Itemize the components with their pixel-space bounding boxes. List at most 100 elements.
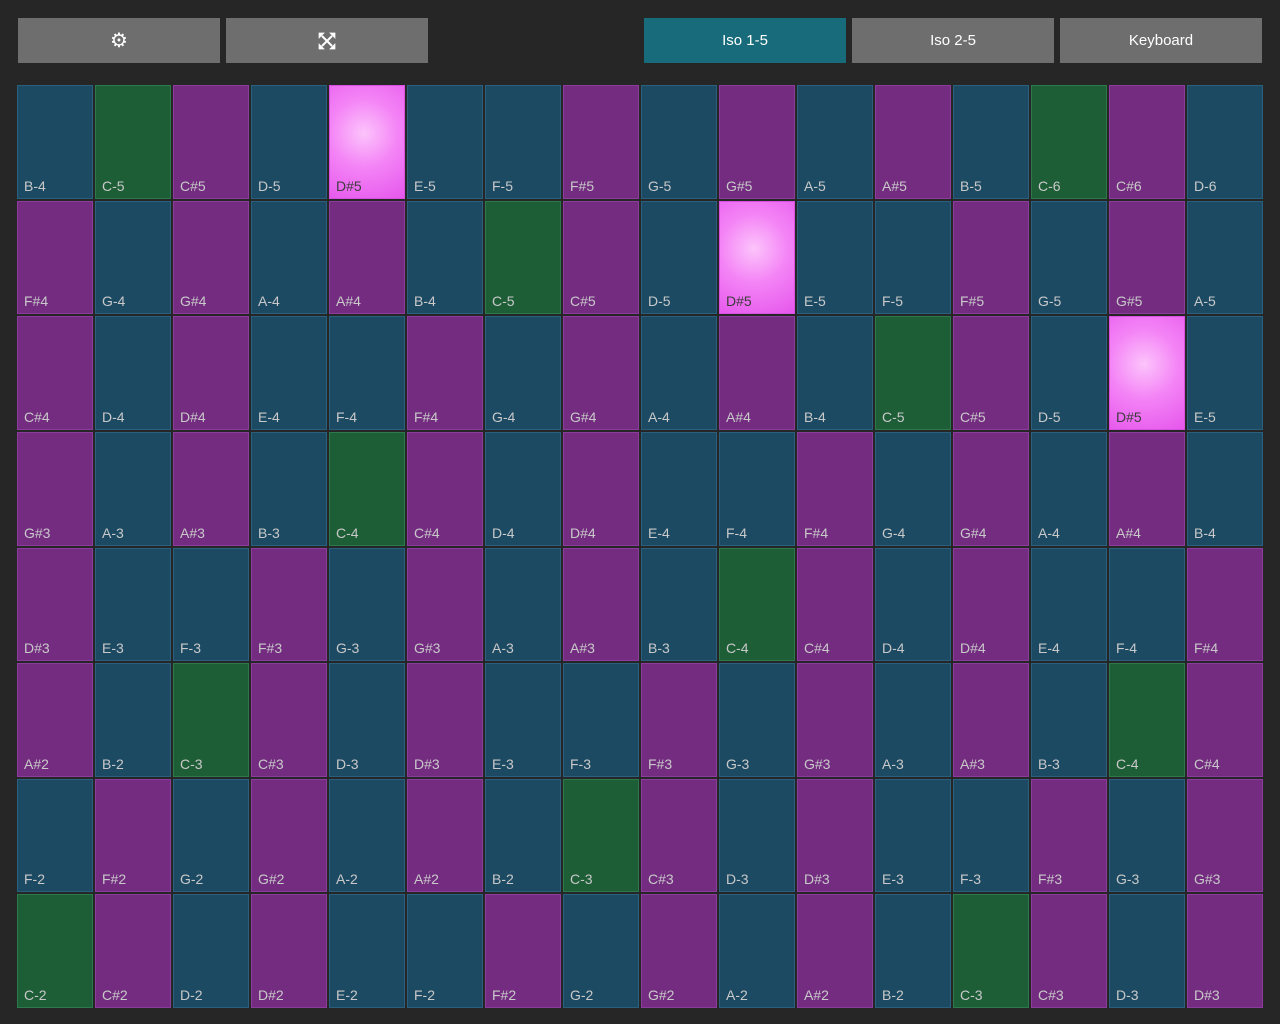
note-pad-D-4[interactable]: D-4	[95, 316, 171, 430]
note-pad-C#2[interactable]: C#2	[95, 894, 171, 1008]
note-pad-E-4[interactable]: E-4	[251, 316, 327, 430]
note-pad-D#3[interactable]: D#3	[1187, 894, 1263, 1008]
note-pad-C#3[interactable]: C#3	[1031, 894, 1107, 1008]
note-pad-F#5[interactable]: F#5	[953, 201, 1029, 315]
note-pad-C-2[interactable]: C-2	[17, 894, 93, 1008]
note-pad-B-2[interactable]: B-2	[95, 663, 171, 777]
note-pad-A#5[interactable]: A#5	[875, 85, 951, 199]
fullscreen-button[interactable]	[226, 18, 428, 63]
note-pad-F-5[interactable]: F-5	[485, 85, 561, 199]
note-pad-C#4[interactable]: C#4	[17, 316, 93, 430]
note-pad-A#4[interactable]: A#4	[329, 201, 405, 315]
note-pad-G-4[interactable]: G-4	[875, 432, 951, 546]
note-pad-F-4[interactable]: F-4	[329, 316, 405, 430]
note-pad-G#3[interactable]: G#3	[797, 663, 873, 777]
note-pad-B-3[interactable]: B-3	[251, 432, 327, 546]
note-pad-C-4[interactable]: C-4	[1109, 663, 1185, 777]
note-pad-B-2[interactable]: B-2	[485, 779, 561, 893]
note-pad-D-5[interactable]: D-5	[1031, 316, 1107, 430]
note-pad-A#2[interactable]: A#2	[17, 663, 93, 777]
note-pad-C-3[interactable]: C-3	[173, 663, 249, 777]
note-pad-C-5[interactable]: C-5	[95, 85, 171, 199]
note-pad-C-3[interactable]: C-3	[563, 779, 639, 893]
note-pad-E-4[interactable]: E-4	[1031, 548, 1107, 662]
note-pad-C#3[interactable]: C#3	[641, 779, 717, 893]
note-pad-E-5[interactable]: E-5	[797, 201, 873, 315]
note-pad-C-4[interactable]: C-4	[719, 548, 795, 662]
note-pad-A-3[interactable]: A-3	[485, 548, 561, 662]
note-pad-D#4[interactable]: D#4	[173, 316, 249, 430]
note-pad-F#4[interactable]: F#4	[1187, 548, 1263, 662]
note-pad-G#4[interactable]: G#4	[953, 432, 1029, 546]
note-pad-C#4[interactable]: C#4	[407, 432, 483, 546]
note-pad-D-4[interactable]: D-4	[875, 548, 951, 662]
note-pad-F-3[interactable]: F-3	[173, 548, 249, 662]
note-pad-D#5[interactable]: D#5	[1109, 316, 1185, 430]
note-pad-A-5[interactable]: A-5	[1187, 201, 1263, 315]
note-pad-C#4[interactable]: C#4	[1187, 663, 1263, 777]
note-pad-F#4[interactable]: F#4	[17, 201, 93, 315]
note-pad-B-3[interactable]: B-3	[641, 548, 717, 662]
note-pad-E-5[interactable]: E-5	[407, 85, 483, 199]
note-pad-C-5[interactable]: C-5	[875, 316, 951, 430]
note-pad-E-3[interactable]: E-3	[485, 663, 561, 777]
note-pad-D-3[interactable]: D-3	[1109, 894, 1185, 1008]
note-pad-D-3[interactable]: D-3	[329, 663, 405, 777]
note-pad-G#3[interactable]: G#3	[17, 432, 93, 546]
settings-button[interactable]: ⚙	[18, 18, 220, 63]
note-pad-A#3[interactable]: A#3	[173, 432, 249, 546]
note-pad-G-2[interactable]: G-2	[563, 894, 639, 1008]
note-pad-A-5[interactable]: A-5	[797, 85, 873, 199]
note-pad-D-3[interactable]: D-3	[719, 779, 795, 893]
note-pad-G-2[interactable]: G-2	[173, 779, 249, 893]
note-pad-F#2[interactable]: F#2	[95, 779, 171, 893]
note-pad-F#4[interactable]: F#4	[797, 432, 873, 546]
note-pad-F-4[interactable]: F-4	[1109, 548, 1185, 662]
note-pad-D#3[interactable]: D#3	[17, 548, 93, 662]
note-pad-G#3[interactable]: G#3	[1187, 779, 1263, 893]
note-pad-G-5[interactable]: G-5	[641, 85, 717, 199]
note-pad-F#4[interactable]: F#4	[407, 316, 483, 430]
note-pad-F-2[interactable]: F-2	[17, 779, 93, 893]
note-pad-C#4[interactable]: C#4	[797, 548, 873, 662]
note-pad-C#5[interactable]: C#5	[563, 201, 639, 315]
note-pad-B-4[interactable]: B-4	[797, 316, 873, 430]
note-pad-F#3[interactable]: F#3	[251, 548, 327, 662]
note-pad-D-4[interactable]: D-4	[485, 432, 561, 546]
note-pad-B-5[interactable]: B-5	[953, 85, 1029, 199]
note-pad-B-4[interactable]: B-4	[1187, 432, 1263, 546]
note-pad-C#5[interactable]: C#5	[173, 85, 249, 199]
note-pad-A-2[interactable]: A-2	[719, 894, 795, 1008]
note-pad-D-5[interactable]: D-5	[251, 85, 327, 199]
note-pad-G-5[interactable]: G-5	[1031, 201, 1107, 315]
note-pad-F#2[interactable]: F#2	[485, 894, 561, 1008]
note-pad-G#2[interactable]: G#2	[641, 894, 717, 1008]
note-pad-G#2[interactable]: G#2	[251, 779, 327, 893]
note-pad-F-3[interactable]: F-3	[563, 663, 639, 777]
note-pad-G#5[interactable]: G#5	[719, 85, 795, 199]
note-pad-B-3[interactable]: B-3	[1031, 663, 1107, 777]
note-pad-A-3[interactable]: A-3	[95, 432, 171, 546]
note-pad-A-4[interactable]: A-4	[641, 316, 717, 430]
note-pad-D#5[interactable]: D#5	[329, 85, 405, 199]
note-pad-C#5[interactable]: C#5	[953, 316, 1029, 430]
note-pad-E-2[interactable]: E-2	[329, 894, 405, 1008]
note-pad-C#6[interactable]: C#6	[1109, 85, 1185, 199]
note-pad-G-4[interactable]: G-4	[485, 316, 561, 430]
note-pad-F-4[interactable]: F-4	[719, 432, 795, 546]
note-pad-E-3[interactable]: E-3	[875, 779, 951, 893]
note-pad-G#4[interactable]: G#4	[563, 316, 639, 430]
note-pad-G-3[interactable]: G-3	[329, 548, 405, 662]
note-pad-C#3[interactable]: C#3	[251, 663, 327, 777]
note-pad-D#3[interactable]: D#3	[407, 663, 483, 777]
note-pad-G#4[interactable]: G#4	[173, 201, 249, 315]
note-pad-C-3[interactable]: C-3	[953, 894, 1029, 1008]
note-pad-A#3[interactable]: A#3	[563, 548, 639, 662]
note-pad-B-4[interactable]: B-4	[407, 201, 483, 315]
note-pad-G-3[interactable]: G-3	[1109, 779, 1185, 893]
note-pad-A#4[interactable]: A#4	[1109, 432, 1185, 546]
note-pad-A-4[interactable]: A-4	[251, 201, 327, 315]
note-pad-E-4[interactable]: E-4	[641, 432, 717, 546]
note-pad-G#3[interactable]: G#3	[407, 548, 483, 662]
note-pad-E-5[interactable]: E-5	[1187, 316, 1263, 430]
